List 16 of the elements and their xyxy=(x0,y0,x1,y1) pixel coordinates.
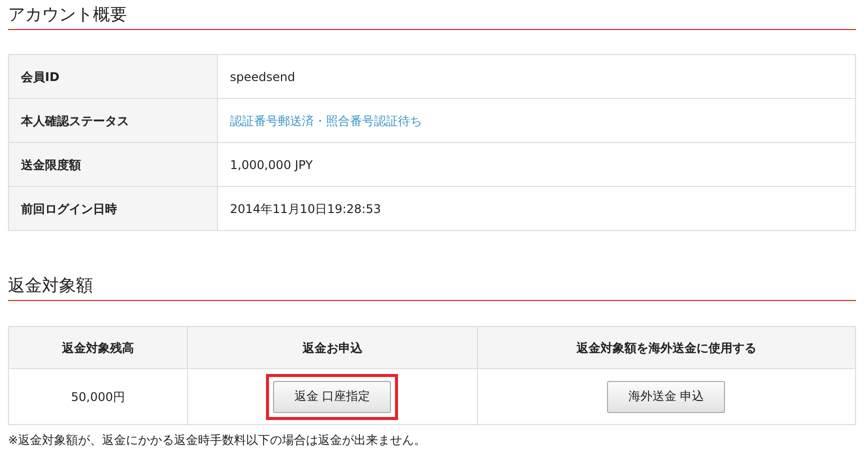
row-value: 1,000,000 JPY xyxy=(218,142,856,186)
row-value: speedsend xyxy=(218,54,856,98)
note-text: ※返金対象額が、返金にかかる返金時手数料以下の場合は返金が出来ません。 xyxy=(8,432,428,448)
row-label: 会員ID xyxy=(8,54,218,98)
column-heading: 返金対象残高 xyxy=(8,326,188,368)
row-label: 送金限度額 xyxy=(8,142,218,186)
row-label: 前回ログイン日時 xyxy=(8,186,218,230)
column-heading: 返金対象額を海外送金に使用する xyxy=(477,326,856,368)
action-button[interactable]: 返金 口座指定 xyxy=(273,380,392,412)
row-label: 本人確認ステータス xyxy=(8,98,218,142)
action-button[interactable]: 海外送金 申込 xyxy=(607,380,726,412)
section-heading: アカウント概要 xyxy=(8,0,856,30)
column-heading: 返金お申込 xyxy=(187,326,478,368)
table-cell: 50,000円 xyxy=(8,368,188,424)
row-value: 2014年11月10日19:28:53 xyxy=(218,186,856,230)
section-heading: 返金対象額 xyxy=(8,271,856,301)
